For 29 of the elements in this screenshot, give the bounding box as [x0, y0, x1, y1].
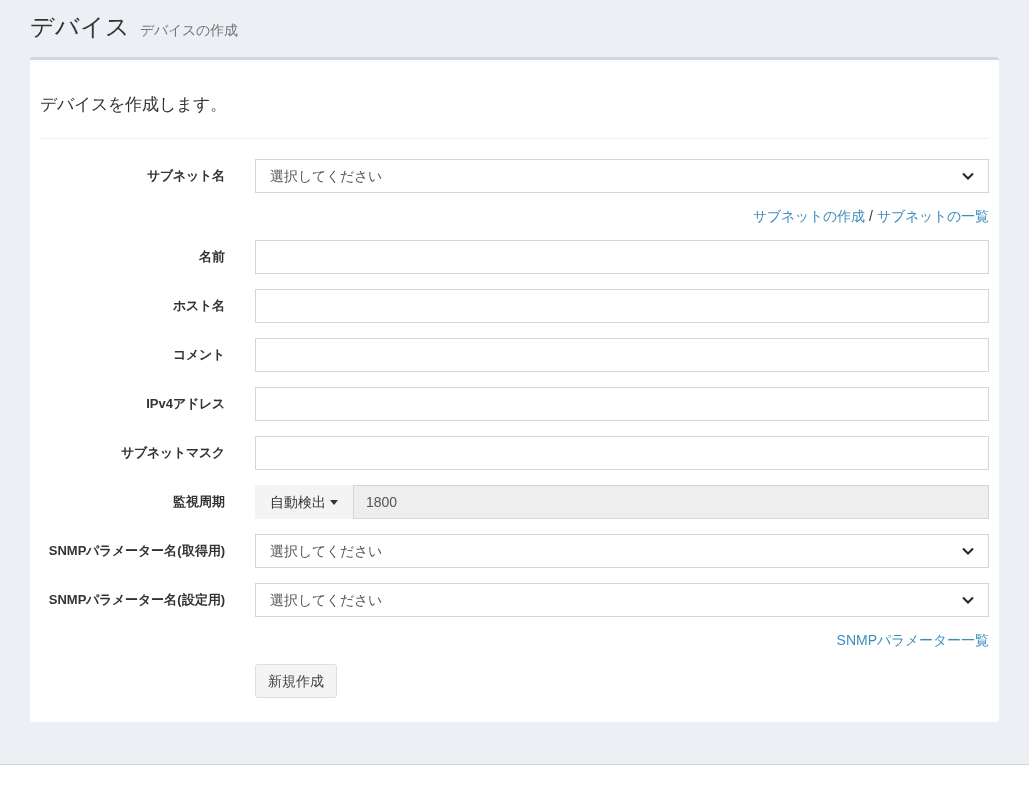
- field-label: ホスト名: [173, 298, 225, 314]
- intro-text: デバイスを作成します。: [40, 94, 228, 116]
- page-title: デバイス: [30, 12, 130, 42]
- field-label: サブネットマスク: [121, 445, 225, 461]
- field-label: 監視周期: [173, 494, 225, 510]
- chevron-down-icon: [962, 172, 974, 180]
- field-label: 名前: [199, 249, 225, 265]
- field-label: SNMPパラメーター名(設定用): [48, 592, 225, 608]
- field-label: コメント: [173, 347, 225, 363]
- text-field[interactable]: [255, 289, 989, 323]
- link[interactable]: SNMPパラメーター一覧: [836, 630, 989, 651]
- chevron-down-icon: [962, 596, 974, 604]
- select-field[interactable]: 選択してください: [255, 159, 989, 193]
- field-label: IPv4アドレス: [146, 396, 225, 412]
- link[interactable]: サブネットの作成: [753, 206, 866, 227]
- field-label: サブネット名: [147, 168, 225, 184]
- text-field[interactable]: [255, 436, 989, 470]
- text-field[interactable]: [255, 338, 989, 372]
- link[interactable]: サブネットの一覧: [877, 206, 989, 227]
- select-field[interactable]: 選択してください: [255, 534, 989, 568]
- page-subtitle: デバイスの作成: [140, 21, 238, 40]
- chevron-down-icon: [962, 547, 974, 555]
- create-button[interactable]: 新規作成: [255, 664, 337, 698]
- field-label: SNMPパラメーター名(取得用): [48, 543, 225, 559]
- link-separator: /: [869, 207, 873, 226]
- text-field[interactable]: [255, 387, 989, 421]
- text-field[interactable]: [255, 240, 989, 274]
- select-field[interactable]: 選択してください: [255, 583, 989, 617]
- caret-down-icon: [330, 499, 338, 505]
